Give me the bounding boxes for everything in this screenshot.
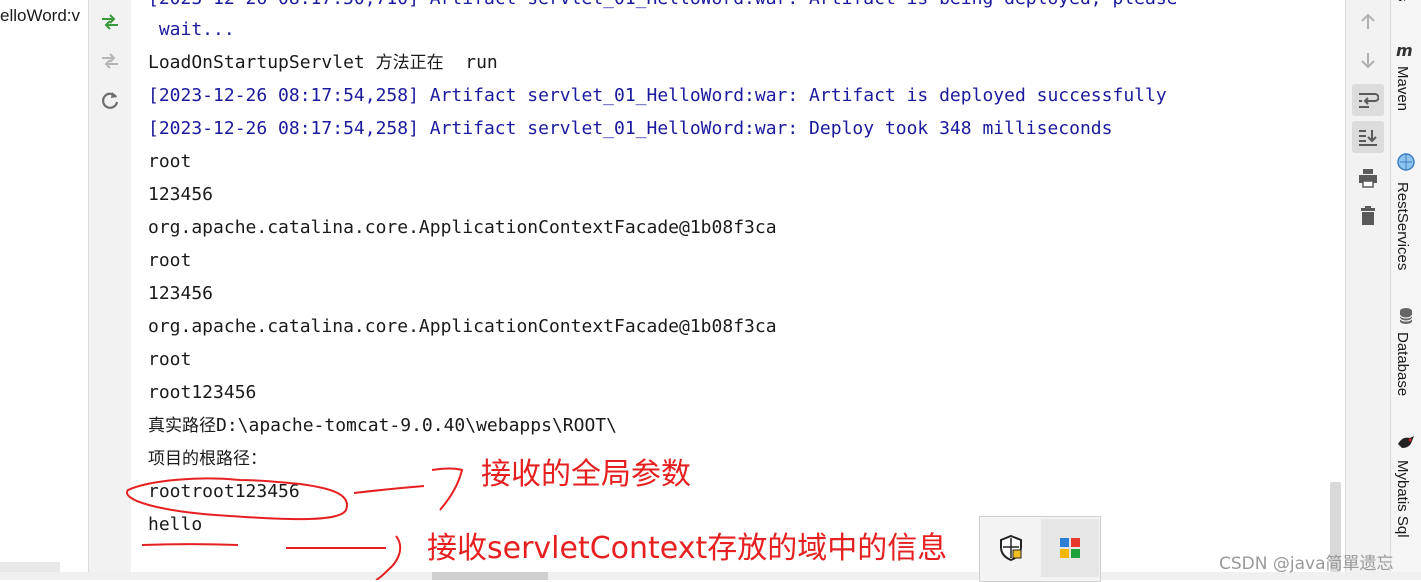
console-line: root xyxy=(148,151,192,172)
tool-tab-partial[interactable]: s xyxy=(1394,0,1411,2)
restart-icon[interactable] xyxy=(98,88,122,112)
console-line: root xyxy=(148,250,192,271)
scroll-down-icon[interactable] xyxy=(1352,44,1384,76)
maven-icon: m xyxy=(1396,40,1416,60)
horizontal-scrollbar-thumb[interactable] xyxy=(432,572,548,580)
database-icon xyxy=(1396,306,1416,326)
scroll-up-icon[interactable] xyxy=(1352,6,1384,38)
console-line: org.apache.catalina.core.ApplicationCont… xyxy=(148,217,777,238)
console-line: 项目的根路径： xyxy=(148,448,267,470)
console-line: root123456 xyxy=(148,382,257,403)
line-text: D:\apache-tomcat-9.0.40\webapps\ROOT\ xyxy=(216,415,617,436)
console-line: 123456 xyxy=(148,283,214,304)
console-line: root xyxy=(148,349,192,370)
color-grid-icon[interactable] xyxy=(1041,519,1099,577)
csdn-watermark: CSDN @java简單遗忘 xyxy=(1219,554,1394,574)
annotation-global-params: 接收的全局参数 xyxy=(481,457,691,492)
scroll-to-end-icon[interactable] xyxy=(1352,121,1384,153)
run-tab-label[interactable]: elloWord:v xyxy=(0,6,80,26)
tool-tab-mybatis[interactable]: Mybatis Sql xyxy=(1394,460,1411,538)
console-line: [2023-12-26 08:17:54,258] Artifact servl… xyxy=(148,118,1113,139)
tool-tab-database[interactable]: Database xyxy=(1394,332,1411,396)
line-cjk-text: 项目的根路径： xyxy=(148,449,267,469)
tray-popup xyxy=(979,516,1101,582)
console-output[interactable]: [2023-12-26 08:17:50,710] Artifact servl… xyxy=(131,0,1345,580)
console-side-toolbar xyxy=(1345,0,1390,580)
line-cjk-text: 方法正在 xyxy=(375,53,444,73)
console-line: wait... xyxy=(148,19,235,40)
line-text: LoadOnStartupServlet xyxy=(148,52,376,73)
console-line: 真实路径D:\apache-tomcat-9.0.40\webapps\ROOT… xyxy=(148,415,617,437)
tool-tab-restservices[interactable]: RestServices xyxy=(1394,182,1411,270)
line-cjk-text: 真实路径 xyxy=(148,416,216,436)
rerun-green-arrow-icon[interactable] xyxy=(98,10,122,34)
line-text: run xyxy=(443,52,498,73)
tool-tab-maven[interactable]: Maven xyxy=(1394,66,1411,111)
console-line: org.apache.catalina.core.ApplicationCont… xyxy=(148,316,777,337)
console-line: LoadOnStartupServlet 方法正在 run xyxy=(148,52,498,74)
mybatis-bird-icon xyxy=(1396,432,1416,452)
svg-text:m: m xyxy=(1396,41,1413,60)
soft-wrap-icon[interactable] xyxy=(1352,84,1384,116)
console-line: [2023-12-26 08:17:54,258] Artifact servl… xyxy=(148,85,1167,106)
run-toolbar xyxy=(88,0,132,580)
annotation-servletcontext-info: 接收servletContext存放的域中的信息 xyxy=(427,531,948,566)
print-icon[interactable] xyxy=(1352,162,1384,194)
security-shield-icon[interactable] xyxy=(982,519,1040,577)
stop-arrow-icon[interactable] xyxy=(98,49,122,73)
console-line: [2023-12-26 08:17:50,710] Artifact servl… xyxy=(148,0,1178,10)
console-vertical-scrollbar[interactable] xyxy=(1328,0,1344,580)
console-line: rootroot123456 xyxy=(148,481,300,502)
left-editor-strip: elloWord:v xyxy=(0,0,88,580)
console-line: hello xyxy=(148,514,203,535)
console-horizontal-scrollbar[interactable] xyxy=(0,572,1421,580)
rest-services-icon xyxy=(1396,152,1416,172)
clear-trash-icon[interactable] xyxy=(1352,200,1384,232)
tool-window-sidebar: s m Maven RestServices Database Mybatis … xyxy=(1390,0,1421,580)
console-line: 123456 xyxy=(148,184,214,205)
